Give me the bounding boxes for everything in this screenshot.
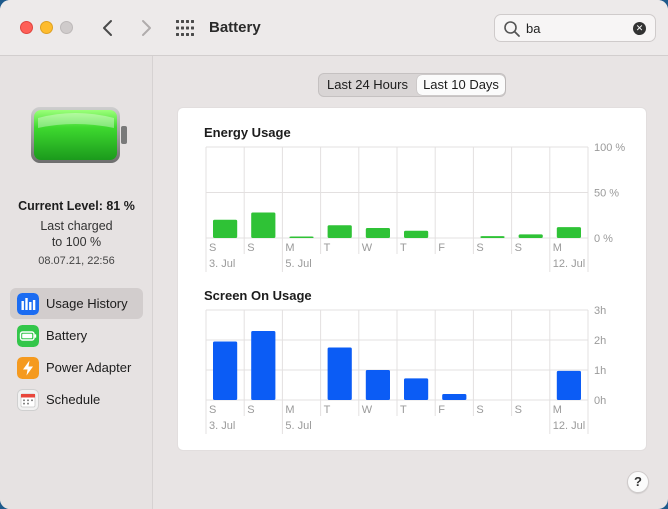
last-charged-date: 08.07.21, 22:56: [38, 255, 115, 267]
window-title: Battery: [209, 19, 261, 36]
screen-bar: [365, 370, 390, 400]
title-bar: Battery ✕: [0, 0, 668, 56]
sidebar-item-battery[interactable]: Battery: [10, 320, 143, 351]
screen-ytick-label: 2h: [594, 335, 606, 347]
last-charged-percent: to 100 %: [51, 235, 102, 249]
zoom-button[interactable]: [60, 21, 73, 34]
search-input[interactable]: [526, 19, 626, 38]
screen-ytick-label: 0h: [594, 395, 606, 407]
screen-bar: [213, 341, 238, 400]
screen-bar: [251, 331, 276, 400]
screen-day-label: S: [209, 404, 216, 416]
tab-last-24-hours[interactable]: Last 24 Hours: [320, 75, 415, 95]
screen-day-label: T: [400, 404, 407, 416]
minimize-button[interactable]: [40, 21, 53, 34]
screen-date-label: 12. Jul: [553, 420, 585, 432]
screen-on-usage-chart: 3h 2h 1h 0h S 3. Jul S M 5. Jul T W T F S S M 12. Jul: [205, 305, 606, 434]
sidebar: Current Level: 81 % Last charged to 100 …: [0, 56, 153, 509]
help-button[interactable]: ?: [627, 471, 649, 493]
close-button[interactable]: [20, 21, 33, 34]
sidebar-item-label: Power Adapter: [46, 360, 132, 375]
usage-panel: Energy Usage 100 % 50 % 0 % S 3. Jul S M 5. Jul…: [177, 107, 647, 451]
grid-icon[interactable]: [175, 19, 195, 37]
screen-date-label: 5. Jul: [285, 420, 311, 432]
preferences-window: Battery ✕ Current Level: [0, 0, 668, 509]
lightning-icon: [17, 357, 39, 379]
sidebar-item-label: Battery: [46, 328, 88, 343]
tab-last-10-days[interactable]: Last 10 Days: [417, 75, 505, 95]
screen-bar: [327, 347, 352, 400]
screen-day-label: M: [285, 404, 294, 416]
sidebar-item-label: Schedule: [46, 392, 101, 407]
back-icon[interactable]: [97, 16, 119, 40]
screen-day-label: W: [362, 404, 373, 416]
screen-day-label: S: [476, 404, 483, 416]
sidebar-item-schedule[interactable]: Schedule: [10, 384, 143, 415]
screen-date-label: 3. Jul: [209, 420, 235, 432]
screen-day-label: T: [324, 404, 331, 416]
screen-day-label: S: [247, 404, 254, 416]
bar-chart-icon: [17, 293, 39, 315]
screen-day-label: M: [553, 404, 562, 416]
battery-level-icon: [31, 107, 127, 163]
forward-icon[interactable]: [135, 16, 157, 40]
clear-icon[interactable]: ✕: [633, 22, 646, 35]
search-field[interactable]: ✕: [494, 14, 656, 42]
sidebar-item-power-adapter[interactable]: Power Adapter: [10, 352, 143, 383]
range-segmented-control: Last 24 Hours Last 10 Days: [318, 73, 506, 97]
screen-day-label: S: [515, 404, 522, 416]
current-level: Current Level: 81 %: [18, 199, 135, 213]
battery-icon: [17, 325, 39, 347]
screen-day-label: F: [438, 404, 445, 416]
screen-bar: [442, 394, 467, 400]
screen-ytick-label: 1h: [594, 365, 606, 377]
calendar-icon: [17, 389, 39, 411]
sidebar-item-label: Usage History: [46, 296, 128, 311]
screen-ytick-label: 3h: [594, 305, 606, 317]
search-icon: [504, 21, 520, 37]
sidebar-item-usage-history[interactable]: Usage History: [10, 288, 143, 319]
screen-bar: [404, 378, 429, 400]
screen-bar: [556, 370, 581, 400]
last-charged-text: Last charged: [40, 219, 113, 233]
